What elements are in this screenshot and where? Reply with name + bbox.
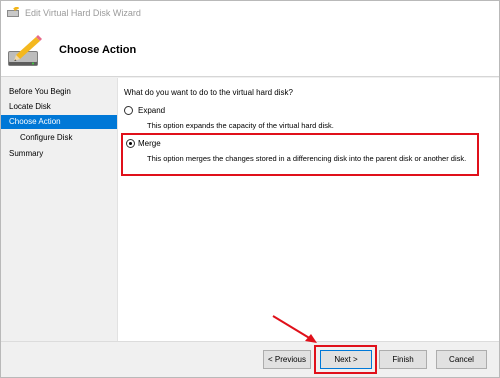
main-content: What do you want to do to the virtual ha…	[117, 78, 499, 341]
cancel-button[interactable]: Cancel	[436, 350, 487, 369]
expand-radio[interactable]	[124, 106, 133, 115]
sidebar-item-locate-disk[interactable]: Locate Disk	[1, 100, 117, 114]
window-title: Edit Virtual Hard Disk Wizard	[25, 8, 141, 18]
sidebar-item-configure-disk[interactable]: Configure Disk	[1, 131, 117, 145]
merge-radio[interactable]	[126, 139, 135, 148]
expand-description: This option expands the capacity of the …	[147, 121, 334, 130]
expand-label[interactable]: Expand	[138, 106, 165, 115]
sidebar-item-choose-action[interactable]: Choose Action	[1, 115, 117, 129]
wizard-footer: < Previous Next > Finish Cancel	[1, 341, 499, 377]
title-bar[interactable]: Edit Virtual Hard Disk Wizard	[1, 1, 499, 25]
pencil-disk-icon	[8, 35, 42, 66]
wizard-icon	[7, 7, 20, 17]
next-button[interactable]: Next >	[320, 350, 372, 369]
wizard-header: Choose Action	[1, 25, 499, 77]
wizard-window: Edit Virtual Hard Disk Wizard Choose Act…	[0, 0, 500, 378]
annotation-arrow-icon	[272, 315, 317, 343]
action-question: What do you want to do to the virtual ha…	[124, 88, 293, 97]
page-title: Choose Action	[59, 44, 137, 56]
sidebar-item-summary[interactable]: Summary	[1, 147, 117, 161]
finish-button[interactable]: Finish	[379, 350, 427, 369]
merge-description: This option merges the changes stored in…	[147, 154, 467, 163]
wizard-steps-sidebar: Before You Begin Locate Disk Choose Acti…	[1, 78, 117, 341]
previous-button[interactable]: < Previous	[263, 350, 311, 369]
sidebar-item-before-you-begin[interactable]: Before You Begin	[1, 85, 117, 99]
merge-label[interactable]: Merge	[138, 139, 161, 148]
